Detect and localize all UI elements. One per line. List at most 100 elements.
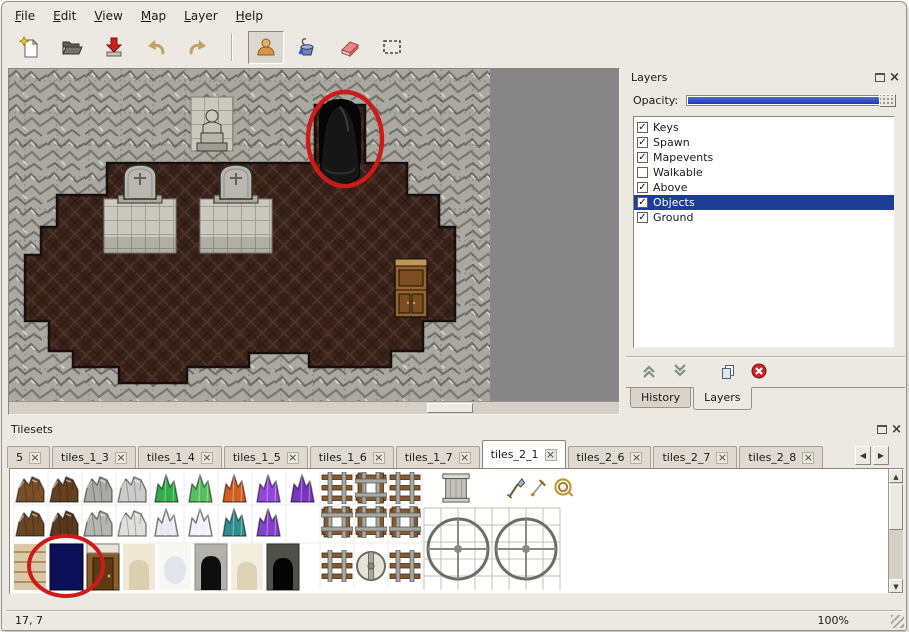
tile-track-cross[interactable] [355, 506, 387, 538]
map-horizontal-scrollbar[interactable] [9, 401, 619, 414]
open-button[interactable] [54, 31, 90, 64]
tile-track-cross[interactable] [389, 506, 421, 538]
tab-close-icon[interactable]: × [115, 452, 127, 464]
tile-crystal-pale[interactable] [155, 509, 178, 536]
tile-rock-brown[interactable] [16, 477, 44, 502]
resize-grip[interactable] [891, 615, 904, 628]
layer-row-ground[interactable]: ✓ Ground [634, 210, 894, 225]
map-dark-figure[interactable] [319, 99, 361, 184]
layer-row-walkable[interactable]: Walkable [634, 165, 894, 180]
menu-edit[interactable]: Edit [44, 7, 85, 25]
layer-checkbox[interactable]: ✓ [637, 152, 648, 163]
layer-row-objects[interactable]: ✓ Objects [634, 195, 894, 210]
float-panel-icon[interactable] [877, 425, 887, 434]
tile-crystal-orange[interactable] [223, 475, 246, 502]
save-button[interactable] [96, 31, 132, 64]
tileset-tab-tiles-2-1[interactable]: tiles_2_1 × [482, 440, 566, 468]
tab-close-icon[interactable]: × [630, 452, 642, 464]
tileset-vertical-scrollbar[interactable]: ▲ ▼ [888, 469, 903, 593]
menu-view[interactable]: View [85, 7, 131, 25]
map-statue[interactable] [191, 97, 233, 151]
delete-layer-button[interactable] [748, 360, 770, 382]
map-cabinet[interactable] [395, 259, 427, 317]
tile-track-cross[interactable] [321, 506, 353, 538]
lower-layer-button[interactable] [669, 360, 691, 382]
tileset-tab-tiles-1-7[interactable]: tiles_1_7 × [396, 446, 480, 468]
tab-close-icon[interactable]: × [287, 452, 299, 464]
tile-rock-light-gray[interactable] [118, 477, 146, 502]
menu-help[interactable]: Help [227, 7, 272, 25]
tile-rock-gray[interactable] [84, 477, 112, 502]
tab-layers[interactable]: Layers [693, 387, 751, 410]
layer-row-keys[interactable]: ✓ Keys [634, 120, 894, 135]
tile-white-soft[interactable] [159, 544, 191, 590]
undo-button[interactable] [138, 31, 174, 64]
eraser-tool-button[interactable] [332, 31, 368, 64]
tab-close-icon[interactable]: × [201, 452, 213, 464]
tile-turntable-area[interactable] [424, 508, 560, 590]
layer-checkbox[interactable]: ✓ [637, 212, 648, 223]
tileset-tab-tiles-1-5[interactable]: tiles_1_5 × [224, 446, 308, 468]
tile-crystal-purple[interactable] [257, 475, 280, 502]
tab-scroll-left-icon[interactable]: ◀ [855, 446, 871, 465]
tileset-tab-tiles-2-7[interactable]: tiles_2_7 × [653, 446, 737, 468]
tab-close-icon[interactable]: × [29, 452, 41, 464]
tile-column[interactable] [443, 474, 469, 502]
tileset-tab-tiles-2-6[interactable]: tiles_2_6 × [568, 446, 652, 468]
tab-close-icon[interactable]: × [802, 452, 814, 464]
tab-close-icon[interactable]: × [373, 452, 385, 464]
tile-rock-dark-brown[interactable] [50, 477, 78, 502]
map-view[interactable] [9, 69, 619, 401]
layer-checkbox[interactable]: ✓ [637, 122, 648, 133]
tile-track-straight[interactable] [390, 472, 420, 504]
tile-gray-arch-door[interactable] [195, 544, 227, 590]
map-canvas[interactable] [8, 68, 620, 415]
redo-button[interactable] [180, 31, 216, 64]
tile-rock-dark-brown[interactable] [50, 511, 78, 536]
close-panel-icon[interactable]: × [889, 72, 900, 83]
tab-close-icon[interactable]: × [545, 449, 557, 461]
tileset-tab-tiles-1-4[interactable]: tiles_1_4 × [138, 446, 222, 468]
tile-sword[interactable] [531, 480, 545, 496]
menu-layer[interactable]: Layer [175, 7, 226, 25]
tile-dark-blue[interactable] [50, 544, 83, 590]
entity-stamp-tool-button[interactable] [248, 31, 284, 64]
tileset-tab-tiles-1-3[interactable]: tiles_1_3 × [52, 446, 136, 468]
menu-file[interactable]: File [6, 7, 44, 25]
fill-tool-button[interactable] [290, 31, 326, 64]
duplicate-layer-button[interactable] [717, 360, 739, 382]
tab-close-icon[interactable]: × [459, 452, 471, 464]
menu-map[interactable]: Map [132, 7, 175, 25]
tile-rock-gray[interactable] [84, 511, 112, 536]
layer-checkbox[interactable]: ✓ [637, 182, 648, 193]
tile-rock-brown[interactable] [16, 511, 44, 536]
tile-crystal-teal[interactable] [223, 509, 246, 536]
tileset-view[interactable]: ▲ ▼ [9, 468, 904, 594]
tile-crystal-green[interactable] [155, 475, 178, 502]
layer-checkbox[interactable]: ✓ [637, 137, 648, 148]
close-panel-icon[interactable]: × [891, 424, 902, 435]
tileset-tab-5[interactable]: 5 × [7, 446, 50, 468]
new-file-button[interactable] [12, 31, 48, 64]
tile-shovel[interactable] [507, 479, 524, 498]
tile-cream-arch[interactable] [123, 544, 155, 590]
float-panel-icon[interactable] [875, 73, 885, 82]
layer-checkbox[interactable]: ✓ [637, 197, 648, 208]
layer-row-mapevents[interactable]: ✓ Mapevents [634, 150, 894, 165]
tile-turntable-small[interactable] [357, 552, 385, 580]
map-hscroll-thumb[interactable] [427, 403, 473, 413]
tile-crystal-white[interactable] [189, 509, 212, 536]
tileset-tab-tiles-2-8[interactable]: tiles_2_8 × [739, 446, 823, 468]
tile-crystal-violet[interactable] [291, 475, 314, 502]
layer-checkbox[interactable] [637, 167, 648, 178]
tile-crystal-purple[interactable] [257, 509, 280, 536]
tile-track-straight[interactable] [390, 550, 420, 582]
tile-pale-arch[interactable] [231, 544, 263, 590]
tileset-grid[interactable] [12, 470, 878, 590]
tab-close-icon[interactable]: × [716, 452, 728, 464]
tile-track-straight[interactable] [322, 550, 352, 582]
marquee-select-tool-button[interactable] [374, 31, 410, 64]
layer-row-spawn[interactable]: ✓ Spawn [634, 135, 894, 150]
tile-track-straight[interactable] [322, 472, 352, 504]
tileset-vscroll-thumb[interactable] [889, 484, 903, 530]
